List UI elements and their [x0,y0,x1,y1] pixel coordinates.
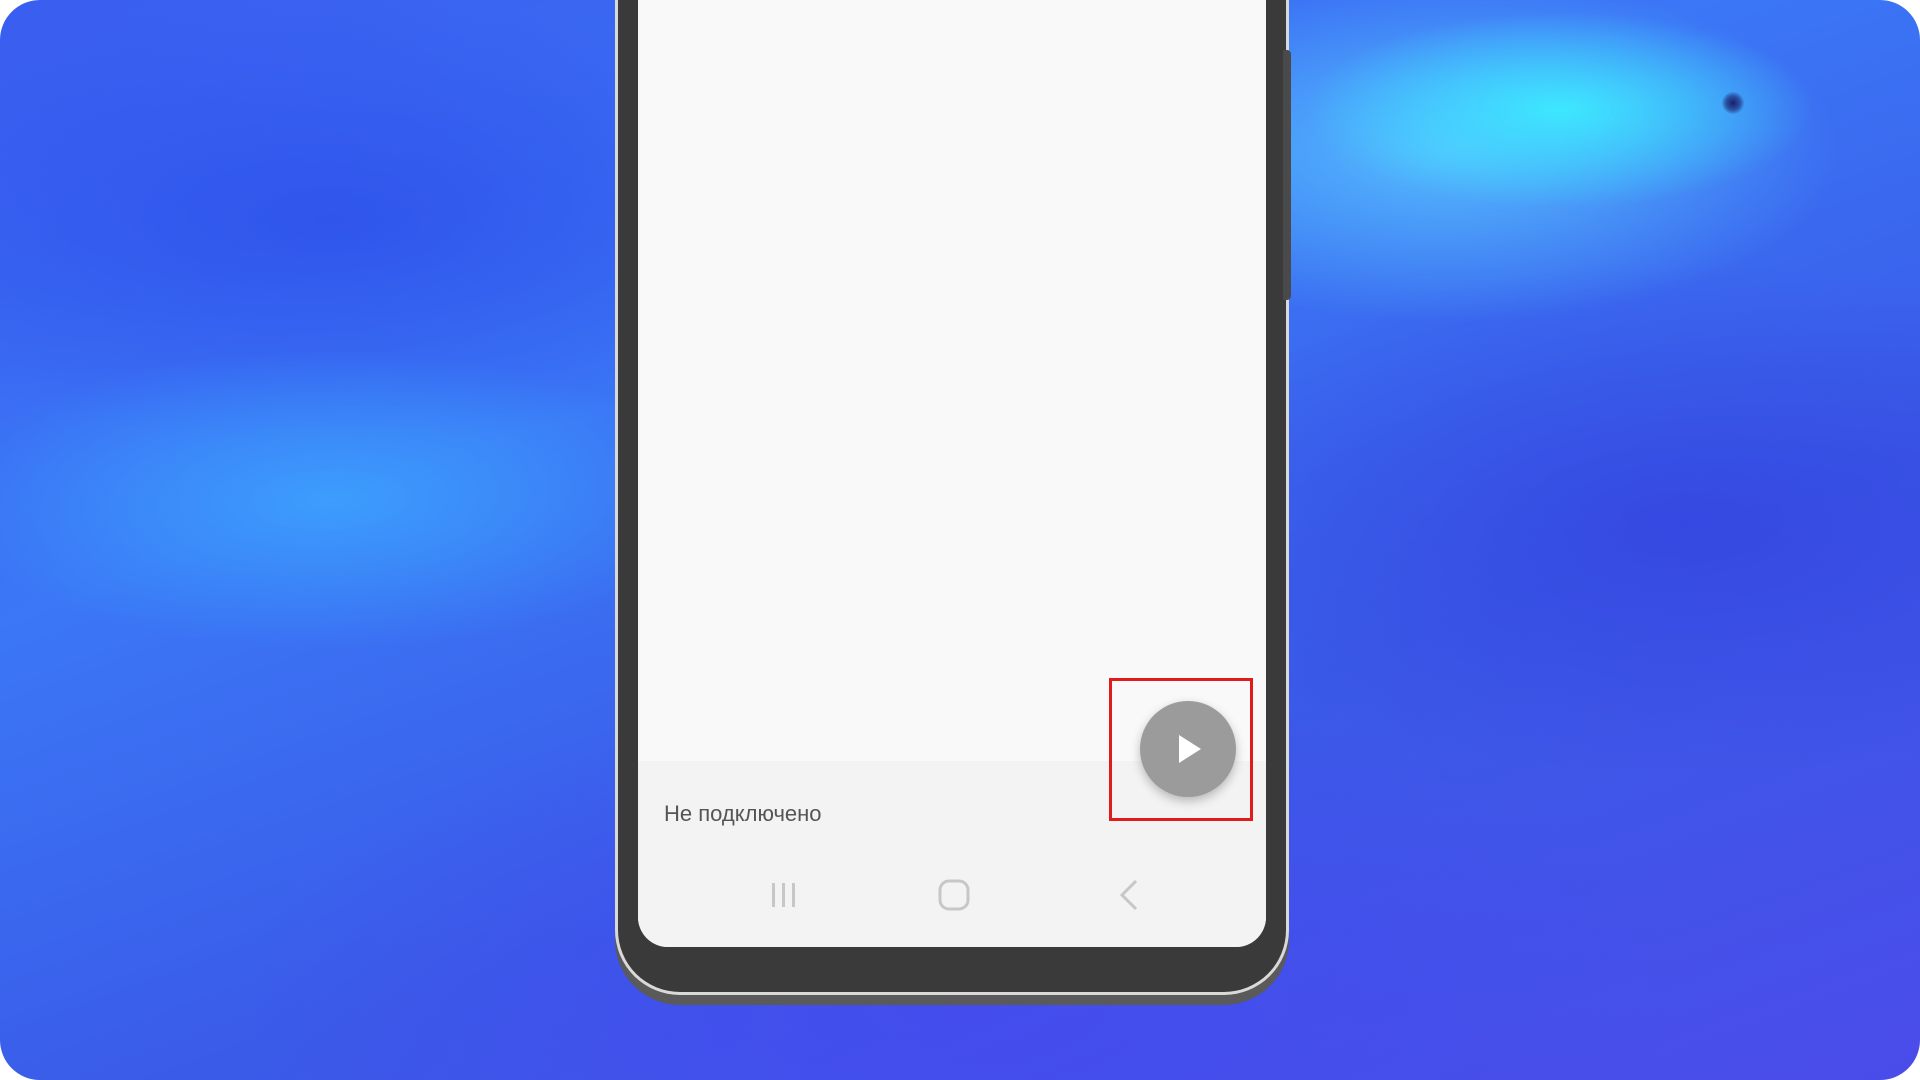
connection-status-label: Не подключено [664,801,822,826]
home-icon[interactable] [934,877,974,913]
recents-icon[interactable] [764,877,804,913]
phone-side-button [1283,50,1291,300]
background-spot [1722,92,1744,114]
system-nav-bar [638,863,1266,923]
back-icon[interactable] [1110,877,1150,913]
highlight-box [1109,678,1253,821]
